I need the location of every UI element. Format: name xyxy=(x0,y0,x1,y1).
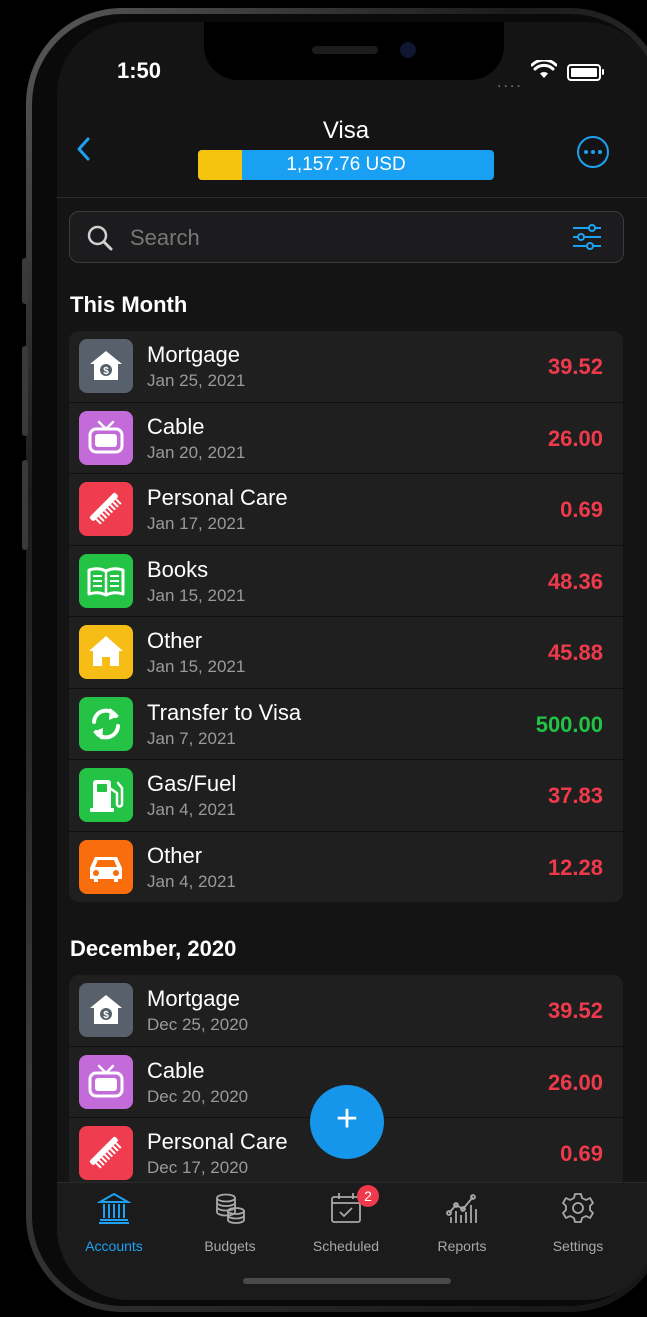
transaction-row[interactable]: Gas/Fuel Jan 4, 2021 37.83 xyxy=(69,760,623,832)
more-options-icon[interactable] xyxy=(577,136,609,168)
transaction-row[interactable]: Personal Care Jan 17, 2021 0.69 xyxy=(69,474,623,546)
transaction-name: Mortgage xyxy=(147,342,240,367)
gear-icon xyxy=(562,1193,594,1223)
tab-accounts[interactable]: Accounts xyxy=(64,1191,164,1254)
transaction-date: Jan 17, 2021 xyxy=(147,514,246,533)
transaction-amount: 39.52 xyxy=(547,998,603,1023)
scheduled-badge: 2 xyxy=(357,1185,379,1207)
plus-icon: + xyxy=(335,1098,359,1140)
transaction-amount: 500.00 xyxy=(535,711,603,737)
camera xyxy=(400,42,416,58)
transaction-amount: 0.69 xyxy=(560,497,603,522)
transaction-name: Cable xyxy=(147,1057,205,1083)
add-transaction-button[interactable]: + xyxy=(310,1085,384,1159)
transaction-date: Jan 4, 2021 xyxy=(147,800,236,819)
transaction-name: Personal Care xyxy=(147,1129,288,1154)
transaction-date: Jan 15, 2021 xyxy=(147,585,246,605)
tab-label: Scheduled xyxy=(312,1238,380,1254)
transaction-row[interactable]: Books Jan 15, 2021 48.36 xyxy=(69,546,623,617)
transaction-name: Personal Care xyxy=(147,485,288,510)
transaction-date: Jan 4, 2021 xyxy=(147,871,236,891)
svg-text:$: $ xyxy=(103,1010,109,1021)
tab-scheduled[interactable]: 2 Scheduled xyxy=(296,1185,396,1254)
transaction-date: Dec 25, 2020 xyxy=(147,1015,249,1034)
account-title: Visa xyxy=(322,117,370,144)
mute-switch xyxy=(22,258,28,304)
status-time: 1:50 xyxy=(117,58,162,83)
tab-label: Accounts xyxy=(85,1238,143,1254)
transaction-row[interactable]: Other Jan 15, 2021 45.88 xyxy=(69,617,623,689)
volume-up-button xyxy=(22,346,28,436)
transaction-row[interactable]: $ Mortgage Dec 25, 2020 39.52 xyxy=(69,975,623,1047)
notch xyxy=(204,22,504,80)
svg-text:$: $ xyxy=(103,366,109,377)
transaction-amount: 48.36 xyxy=(547,568,603,594)
tab-label: Reports xyxy=(437,1238,487,1254)
search-bar[interactable]: Search xyxy=(69,211,624,263)
tab-settings[interactable]: Settings xyxy=(528,1191,628,1254)
transaction-amount: 45.88 xyxy=(547,640,603,665)
tab-label: Settings xyxy=(552,1238,604,1254)
header-divider xyxy=(57,197,647,198)
transaction-amount: 26.00 xyxy=(547,425,603,451)
transaction-row[interactable]: Transfer to Visa Jan 7, 2021 500.00 xyxy=(69,689,623,760)
transaction-date: Jan 25, 2021 xyxy=(147,371,246,390)
transaction-amount: 12.28 xyxy=(547,854,603,880)
battery-icon xyxy=(567,64,604,81)
search-input[interactable]: Search xyxy=(130,225,200,251)
app-screen: 1:50 .... Visa 1,157.76 USD Search This … xyxy=(57,22,647,1300)
house-dollar-icon: $ xyxy=(79,339,133,393)
transaction-name: Books xyxy=(147,556,209,582)
transaction-row[interactable]: Cable Jan 20, 2021 26.00 xyxy=(69,403,623,474)
volume-down-button xyxy=(22,460,28,550)
speaker xyxy=(312,46,378,54)
transfer-icon xyxy=(79,696,133,751)
comb-icon xyxy=(79,1126,133,1180)
transaction-date: Jan 20, 2021 xyxy=(147,442,246,462)
wifi-icon xyxy=(531,60,557,78)
transaction-amount: 0.69 xyxy=(560,1141,603,1166)
transaction-amount: 39.52 xyxy=(547,354,603,379)
transaction-date: Dec 20, 2020 xyxy=(147,1086,249,1106)
section-title-december-2020: December, 2020 xyxy=(70,936,237,961)
search-icon xyxy=(87,225,113,251)
transaction-row[interactable]: Other Jan 4, 2021 12.28 xyxy=(69,832,623,903)
transaction-name: Mortgage xyxy=(147,986,240,1011)
tab-budgets[interactable]: Budgets xyxy=(180,1191,280,1254)
chart-icon xyxy=(446,1194,477,1223)
fuel-pump-icon xyxy=(79,768,133,822)
comb-icon xyxy=(79,482,133,536)
transaction-name: Transfer to Visa xyxy=(147,699,302,725)
house-dollar-icon: $ xyxy=(79,983,133,1037)
filter-sliders-icon[interactable] xyxy=(572,224,602,250)
car-icon xyxy=(79,839,133,894)
home-icon xyxy=(79,625,133,679)
book-icon xyxy=(79,553,133,608)
tv-icon xyxy=(79,1054,133,1109)
tv-icon xyxy=(79,410,133,465)
balance-bar: 1,157.76 USD xyxy=(198,150,494,180)
balance-amount: 1,157.76 USD xyxy=(286,154,406,175)
signal-icon: .... xyxy=(497,74,523,91)
transaction-amount: 37.83 xyxy=(547,783,603,808)
transaction-date: Jan 7, 2021 xyxy=(147,728,236,748)
transaction-row[interactable]: $ Mortgage Jan 25, 2021 39.52 xyxy=(69,331,623,403)
tab-label: Budgets xyxy=(204,1238,256,1254)
transaction-name: Gas/Fuel xyxy=(147,771,237,796)
home-indicator xyxy=(243,1278,451,1284)
transaction-name: Other xyxy=(147,628,203,653)
transaction-name: Other xyxy=(147,842,203,868)
coins-icon xyxy=(216,1193,245,1224)
section-title-this-month: This Month xyxy=(70,292,188,317)
bank-icon xyxy=(96,1192,132,1224)
transactions-this-month: $ Mortgage Jan 25, 2021 39.52 Cable Jan 20, 2… xyxy=(69,331,623,902)
transaction-name: Cable xyxy=(147,413,205,439)
transaction-date: Jan 15, 2021 xyxy=(147,657,246,676)
tab-reports[interactable]: Reports xyxy=(412,1191,512,1254)
transaction-date: Dec 17, 2020 xyxy=(147,1158,249,1177)
transaction-amount: 26.00 xyxy=(547,1069,603,1095)
